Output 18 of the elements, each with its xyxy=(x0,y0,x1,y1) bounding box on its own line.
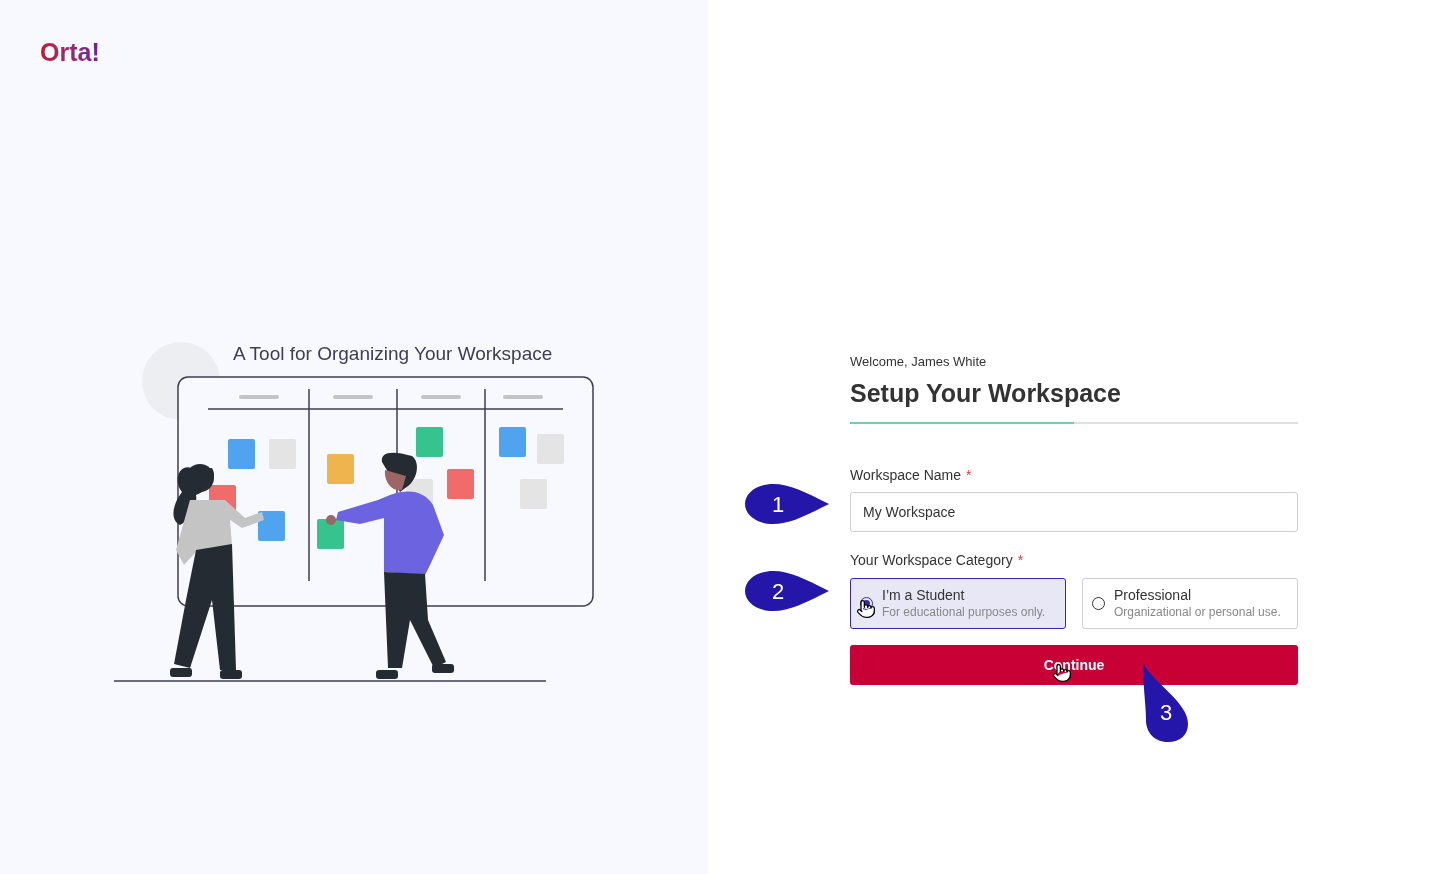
required-mark: * xyxy=(966,466,972,485)
step-marker: 1 xyxy=(745,484,829,524)
category-option[interactable]: I’m a Student For educational purposes only. xyxy=(850,578,1066,629)
page-title: Setup Your Workspace xyxy=(850,377,1122,409)
option-title: I’m a Student xyxy=(882,586,966,604)
required-mark: * xyxy=(1017,551,1024,570)
category-option[interactable]: Professional Organizational or personal use. xyxy=(1082,578,1298,629)
field-label: Workspace Name xyxy=(850,466,961,485)
workspace-name-input[interactable]: My Workspace xyxy=(850,492,1298,532)
option-title: Professional xyxy=(1114,586,1193,604)
continue-button[interactable]: Continue xyxy=(850,645,1298,685)
option-description: For educational purposes only. xyxy=(882,603,1046,621)
step-marker: 2 xyxy=(745,571,829,611)
field-label: Your Workspace Category xyxy=(850,551,1013,570)
step-marker: 3 xyxy=(1142,662,1190,742)
option-description: Organizational or personal use. xyxy=(1114,603,1281,621)
greeting: Welcome, James White xyxy=(850,353,988,371)
pointer-cursor-icon xyxy=(856,598,876,620)
